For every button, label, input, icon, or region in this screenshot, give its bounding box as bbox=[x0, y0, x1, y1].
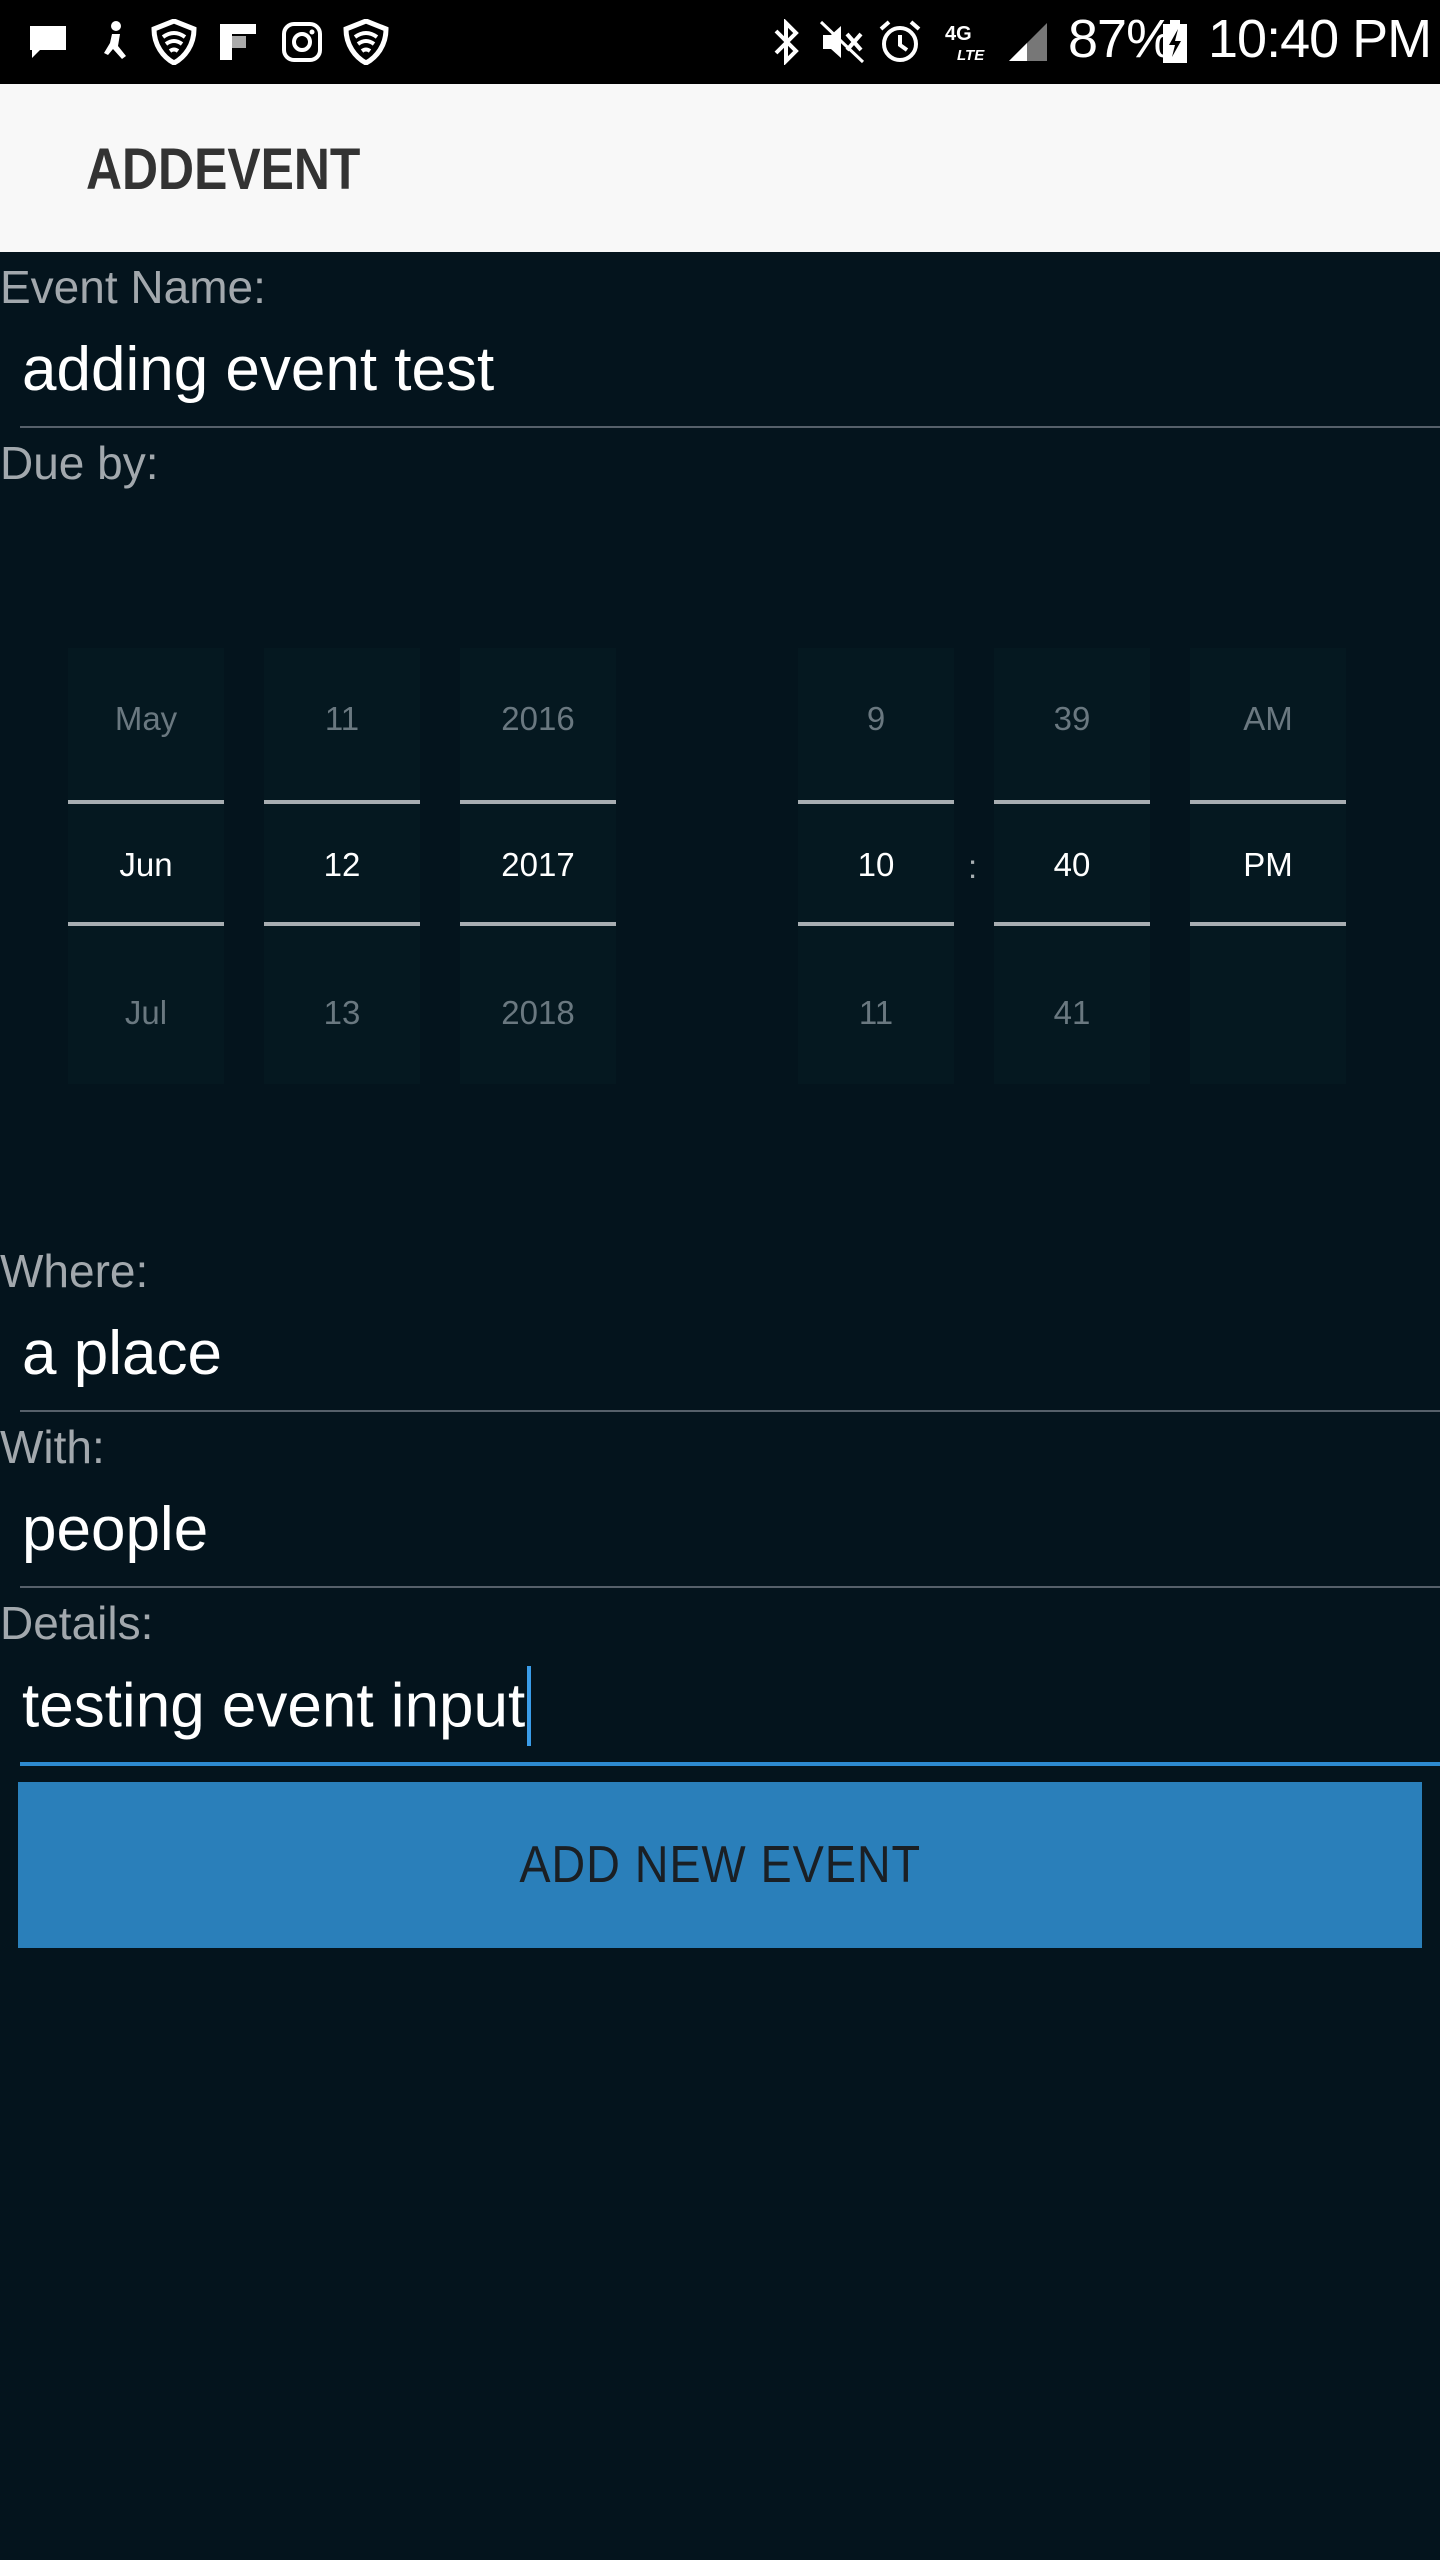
bluetooth-icon bbox=[762, 19, 810, 65]
ampm-selected[interactable]: PM bbox=[1190, 846, 1346, 884]
ampm-prev[interactable]: AM bbox=[1190, 700, 1346, 738]
instagram-icon bbox=[278, 20, 326, 64]
day-selected[interactable]: 12 bbox=[264, 846, 420, 884]
month-prev[interactable]: May bbox=[68, 700, 224, 738]
mute-icon bbox=[818, 20, 866, 64]
lte-icon: 4G LTE bbox=[942, 20, 996, 64]
picker-divider bbox=[798, 800, 954, 804]
app-bar: ADDEVENT bbox=[0, 84, 1440, 252]
details-label: Details: bbox=[0, 1597, 154, 1649]
details-value: testing event input bbox=[22, 1666, 532, 1750]
year-picker[interactable]: 2016 2017 2018 bbox=[460, 648, 616, 1084]
details-input[interactable]: testing event input bbox=[20, 1652, 1440, 1766]
picker-divider bbox=[68, 800, 224, 804]
add-new-event-label: ADD NEW EVENT bbox=[519, 1836, 921, 1894]
svg-text:LTE: LTE bbox=[957, 47, 985, 64]
with-label: With: bbox=[0, 1421, 105, 1473]
minute-picker[interactable]: 39 40 41 bbox=[994, 648, 1150, 1084]
minute-selected[interactable]: 40 bbox=[994, 846, 1150, 884]
picker-divider bbox=[460, 800, 616, 804]
hour-prev[interactable]: 9 bbox=[798, 700, 954, 738]
picker-divider bbox=[798, 922, 954, 926]
event-name-label: Event Name: bbox=[0, 261, 266, 313]
clock: 10:40 PM bbox=[1208, 9, 1432, 69]
day-prev[interactable]: 11 bbox=[264, 700, 420, 738]
where-label: Where: bbox=[0, 1245, 149, 1297]
flipboard-icon bbox=[214, 20, 262, 64]
due-by-label: Due by: bbox=[0, 437, 159, 489]
minute-next[interactable]: 41 bbox=[994, 994, 1150, 1032]
month-next[interactable]: Jul bbox=[68, 994, 224, 1032]
with-value: people bbox=[22, 1495, 209, 1564]
picker-divider bbox=[1190, 800, 1346, 804]
picker-divider bbox=[460, 922, 616, 926]
details-text: testing event input bbox=[22, 1671, 526, 1741]
picker-divider bbox=[1190, 922, 1346, 926]
message-icon bbox=[24, 20, 72, 64]
shield-icon bbox=[150, 19, 198, 65]
page-title: ADDEVENT bbox=[86, 137, 361, 202]
picker-divider bbox=[994, 922, 1150, 926]
hour-next[interactable]: 11 bbox=[798, 994, 954, 1032]
battery-charging-icon bbox=[1160, 20, 1190, 64]
text-cursor bbox=[527, 1666, 532, 1746]
picker-divider bbox=[994, 800, 1150, 804]
event-name-value: adding event test bbox=[22, 335, 495, 404]
day-next[interactable]: 13 bbox=[264, 994, 420, 1032]
picker-divider bbox=[264, 922, 420, 926]
hour-picker[interactable]: 9 10 11 bbox=[798, 648, 954, 1084]
signal-icon bbox=[1004, 20, 1052, 64]
year-prev[interactable]: 2016 bbox=[460, 700, 616, 738]
where-input[interactable]: a place bbox=[20, 1300, 1440, 1412]
with-input[interactable]: people bbox=[20, 1476, 1440, 1588]
hour-selected[interactable]: 10 bbox=[798, 846, 954, 884]
ampm-picker[interactable]: AM PM bbox=[1190, 648, 1346, 1084]
day-picker[interactable]: 11 12 13 bbox=[264, 648, 420, 1084]
status-bar: 4G LTE 87% 10:40 PM bbox=[0, 0, 1440, 84]
accessibility-icon bbox=[90, 20, 138, 64]
alarm-icon bbox=[876, 20, 924, 64]
svg-text:4G: 4G bbox=[945, 23, 972, 45]
picker-divider bbox=[264, 800, 420, 804]
battery-percent: 87% bbox=[1068, 9, 1174, 69]
month-selected[interactable]: Jun bbox=[68, 846, 224, 884]
event-name-input[interactable]: adding event test bbox=[20, 316, 1440, 428]
month-picker[interactable]: May Jun Jul bbox=[68, 648, 224, 1084]
year-next[interactable]: 2018 bbox=[460, 994, 616, 1032]
add-new-event-button[interactable]: ADD NEW EVENT bbox=[18, 1782, 1422, 1948]
picker-divider bbox=[68, 922, 224, 926]
where-value: a place bbox=[22, 1319, 222, 1388]
minute-prev[interactable]: 39 bbox=[994, 700, 1150, 738]
time-separator: : bbox=[968, 848, 978, 885]
year-selected[interactable]: 2017 bbox=[460, 846, 616, 884]
shield-icon bbox=[342, 19, 390, 65]
